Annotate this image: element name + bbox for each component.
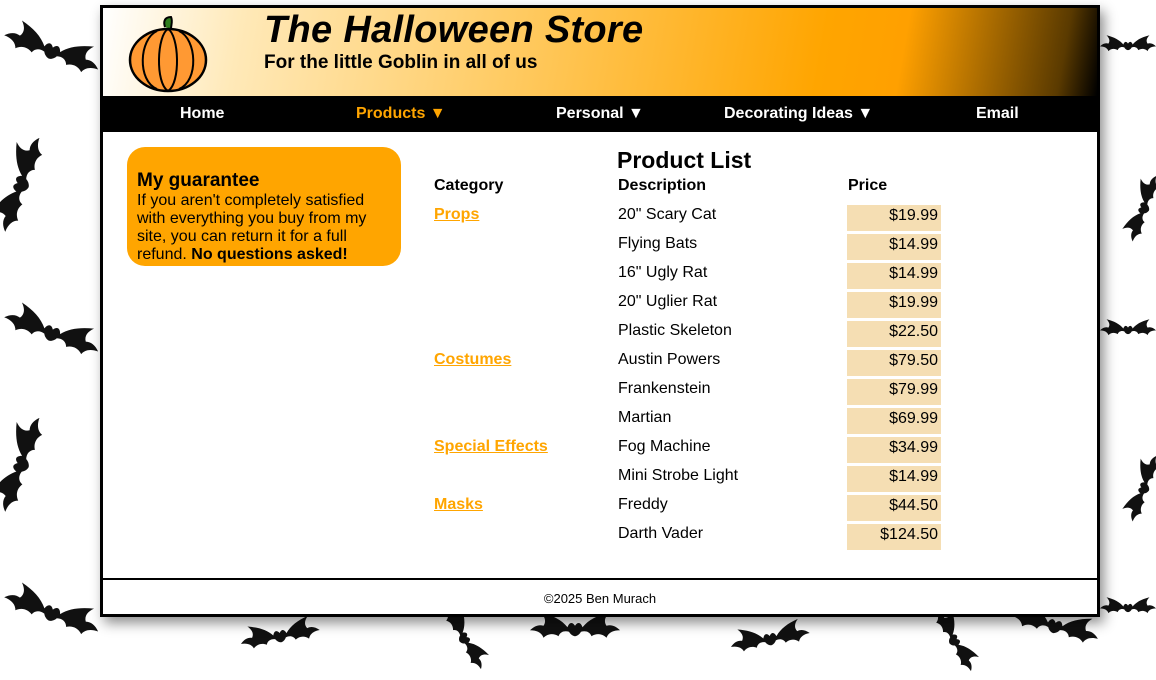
product-price: $19.99 xyxy=(847,292,941,318)
nav-home[interactable]: Home xyxy=(180,105,224,123)
product-description: Mini Strobe Light xyxy=(618,467,739,484)
nav-personal[interactable]: Personal ▼ xyxy=(556,105,644,123)
bat-icon xyxy=(0,129,60,239)
store-title: The Halloween Store xyxy=(264,9,644,51)
nav-products[interactable]: Products ▼ xyxy=(356,105,446,123)
guarantee-text: If you aren't completely satisfied with … xyxy=(137,192,387,264)
product-price: $79.99 xyxy=(847,379,941,405)
category-link-special-effects[interactable]: Special Effects xyxy=(434,438,548,456)
bat-icon xyxy=(1100,592,1156,622)
guarantee-heading: My guarantee xyxy=(137,170,260,191)
bat-icon xyxy=(0,292,107,371)
guarantee-emphasis: No questions asked! xyxy=(191,246,348,263)
product-description: Flying Bats xyxy=(618,235,698,252)
bat-icon xyxy=(0,409,60,519)
product-price: $69.99 xyxy=(847,408,941,434)
product-description: Freddy xyxy=(618,496,668,513)
product-price: $19.99 xyxy=(847,205,941,231)
page-container: The Halloween Store For the little Gobli… xyxy=(100,5,1100,617)
pumpkin-icon xyxy=(127,15,209,98)
column-header-description: Description xyxy=(618,177,707,194)
product-price: $124.50 xyxy=(847,524,941,550)
bat-icon xyxy=(1100,314,1156,344)
nav-email[interactable]: Email xyxy=(976,105,1019,123)
column-header-price: Price xyxy=(848,177,888,194)
product-price: $14.99 xyxy=(847,466,941,492)
product-description: Fog Machine xyxy=(618,438,711,455)
bat-icon xyxy=(1114,169,1156,247)
column-header-category: Category xyxy=(434,177,504,194)
product-price: $79.50 xyxy=(847,350,941,376)
site-header: The Halloween Store For the little Gobli… xyxy=(103,8,1097,97)
store-tagline: For the little Goblin in all of us xyxy=(264,52,538,73)
bat-icon xyxy=(1114,449,1156,527)
product-description: Martian xyxy=(618,409,672,426)
product-price: $44.50 xyxy=(847,495,941,521)
copyright-text: ©2025 Ben Murach xyxy=(543,591,657,606)
guarantee-box: My guarantee If you aren't completely sa… xyxy=(127,147,401,266)
product-price: $14.99 xyxy=(847,263,941,289)
product-description: Frankenstein xyxy=(618,380,711,397)
product-description: 20" Uglier Rat xyxy=(618,293,718,310)
product-description: Darth Vader xyxy=(618,525,704,542)
product-description: Austin Powers xyxy=(618,351,721,368)
category-link-costumes[interactable]: Costumes xyxy=(434,351,511,369)
bat-icon xyxy=(1100,30,1156,60)
bat-icon xyxy=(727,611,813,664)
site-footer: ©2025 Ben Murach xyxy=(103,578,1097,616)
nav-decorating-ideas[interactable]: Decorating Ideas ▼ xyxy=(724,105,873,123)
product-price: $14.99 xyxy=(847,234,941,260)
bat-icon xyxy=(0,572,107,651)
category-link-masks[interactable]: Masks xyxy=(434,496,483,514)
product-description: 16" Ugly Rat xyxy=(618,264,708,281)
category-link-props[interactable]: Props xyxy=(434,206,479,224)
bat-icon xyxy=(0,10,107,89)
main-nav: Home Products ▼ Personal ▼ Decorating Id… xyxy=(103,96,1097,132)
product-list-title: Product List xyxy=(617,147,752,173)
product-description: Plastic Skeleton xyxy=(618,322,732,339)
product-description: 20" Scary Cat xyxy=(618,206,717,223)
product-price: $22.50 xyxy=(847,321,941,347)
product-price: $34.99 xyxy=(847,437,941,463)
